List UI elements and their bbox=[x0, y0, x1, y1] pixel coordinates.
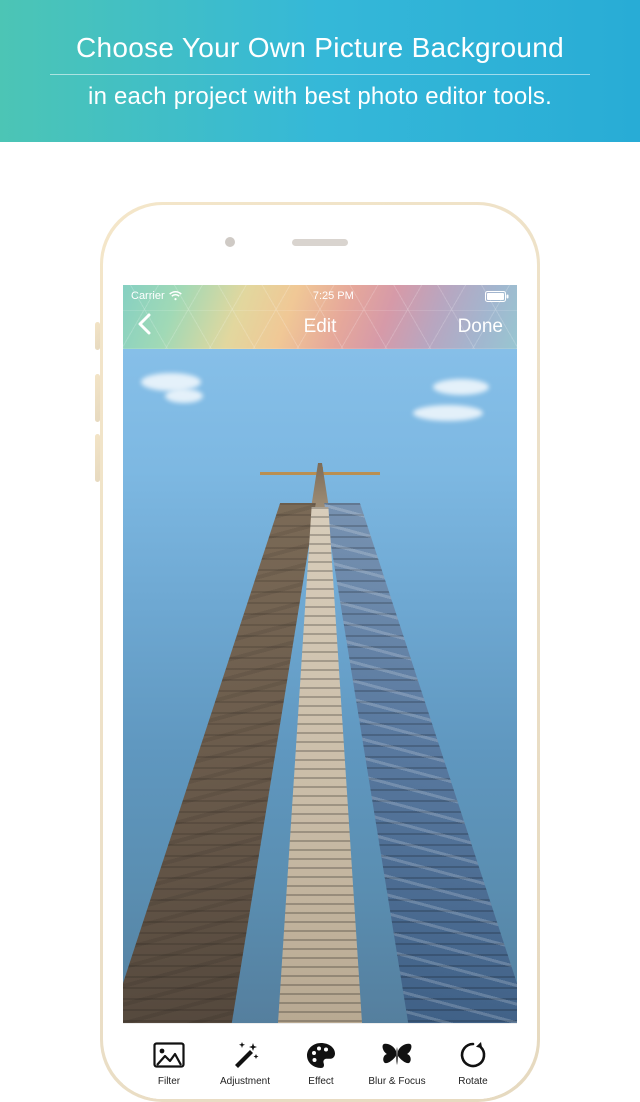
photo-canvas[interactable] bbox=[123, 349, 517, 1023]
magic-wand-icon bbox=[228, 1039, 262, 1071]
tool-label: Filter bbox=[158, 1076, 180, 1087]
app-screen: Carrier 7:25 PM bbox=[123, 285, 517, 1099]
tool-label: Adjustment bbox=[220, 1076, 270, 1087]
carrier-label: Carrier bbox=[131, 290, 165, 302]
tool-effect[interactable]: Effect bbox=[283, 1039, 359, 1087]
promo-banner: Choose Your Own Picture Background in ea… bbox=[0, 0, 640, 142]
tool-label: Effect bbox=[308, 1076, 333, 1087]
image-icon bbox=[152, 1039, 186, 1071]
volume-up-button bbox=[95, 374, 100, 422]
phone-bezel: Carrier 7:25 PM bbox=[103, 205, 537, 1099]
building-graphic bbox=[123, 503, 517, 1023]
status-bar: Carrier 7:25 PM bbox=[123, 285, 517, 305]
cloud-decoration bbox=[165, 389, 203, 403]
more-tool-icon bbox=[508, 1047, 517, 1079]
tool-adjustment[interactable]: Adjustment bbox=[207, 1039, 283, 1087]
phone-frame: Carrier 7:25 PM bbox=[100, 202, 540, 1102]
wifi-icon bbox=[169, 291, 182, 301]
battery-icon bbox=[485, 291, 509, 302]
editor-toolbar: Filter Adjustment Effect bbox=[123, 1023, 517, 1099]
device-area: Carrier 7:25 PM bbox=[0, 142, 640, 960]
cloud-decoration bbox=[141, 373, 201, 391]
nav-bar: Edit Done bbox=[123, 305, 517, 345]
tool-more[interactable] bbox=[511, 1047, 517, 1079]
tool-blur-focus[interactable]: Blur & Focus bbox=[359, 1039, 435, 1087]
earpiece-speaker bbox=[292, 239, 348, 246]
mute-switch bbox=[95, 322, 100, 350]
promo-subtitle: in each project with best photo editor t… bbox=[88, 83, 552, 111]
cloud-decoration bbox=[413, 405, 483, 421]
palette-icon bbox=[304, 1039, 338, 1071]
cloud-decoration bbox=[433, 379, 489, 395]
volume-down-button bbox=[95, 434, 100, 482]
tool-label: Rotate bbox=[458, 1076, 487, 1087]
tool-label: Blur & Focus bbox=[368, 1076, 425, 1087]
done-button[interactable]: Done bbox=[458, 316, 503, 338]
divider bbox=[50, 74, 590, 75]
rotate-icon bbox=[456, 1039, 490, 1071]
tool-rotate[interactable]: Rotate bbox=[435, 1039, 511, 1087]
header-bar: Carrier 7:25 PM bbox=[123, 285, 517, 349]
butterfly-icon bbox=[380, 1039, 414, 1071]
tool-filter[interactable]: Filter bbox=[131, 1039, 207, 1087]
clock: 7:25 PM bbox=[313, 290, 354, 302]
front-camera bbox=[225, 237, 235, 247]
promo-title: Choose Your Own Picture Background bbox=[76, 32, 564, 64]
